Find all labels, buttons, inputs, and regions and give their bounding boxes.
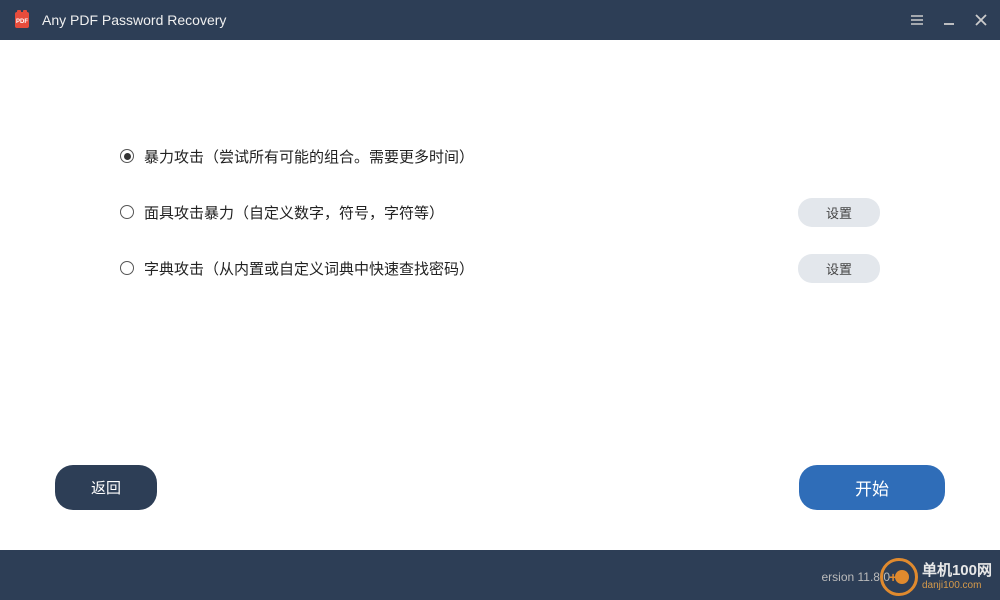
option-label: 暴力攻击（尝试所有可能的组合。需要更多时间） [144,146,880,167]
settings-button-dictionary[interactable]: 设置 [798,254,880,283]
option-label: 面具攻击暴力（自定义数字，符号，字符等） [144,202,798,223]
watermark-logo-icon [880,558,918,596]
close-icon[interactable] [974,13,988,27]
radio-dictionary-attack[interactable] [120,261,134,275]
titlebar: PDF Any PDF Password Recovery [0,0,1000,40]
option-label: 字典攻击（从内置或自定义词典中快速查找密码） [144,258,718,279]
option-dictionary-attack: 字典攻击（从内置或自定义词典中快速查找密码） 设置 [120,252,880,284]
minimize-icon[interactable] [942,13,956,27]
radio-mask-attack[interactable] [120,205,134,219]
app-title: Any PDF Password Recovery [42,12,910,28]
main-content: 暴力攻击（尝试所有可能的组合。需要更多时间） 面具攻击暴力（自定义数字，符号，字… [0,40,1000,284]
footer-buttons: 返回 开始 [0,465,1000,510]
option-brute-force: 暴力攻击（尝试所有可能的组合。需要更多时间） [120,140,880,172]
option-mask-attack: 面具攻击暴力（自定义数字，符号，字符等） 设置 [120,196,880,228]
watermark-text-en: danji100.com [922,580,992,591]
bottom-bar: ersion 11.8.0 单机100网 danji100.com [0,550,1000,600]
app-pdf-icon: PDF [12,10,32,30]
svg-text:PDF: PDF [16,19,28,25]
settings-button-mask[interactable]: 设置 [798,198,880,227]
back-button[interactable]: 返回 [55,465,157,510]
radio-brute-force[interactable] [120,149,134,163]
menu-icon[interactable] [910,13,924,27]
window-controls [910,13,988,27]
watermark: 单机100网 danji100.com [880,558,992,596]
start-button[interactable]: 开始 [799,465,945,510]
watermark-text-cn: 单机100网 [922,563,992,580]
